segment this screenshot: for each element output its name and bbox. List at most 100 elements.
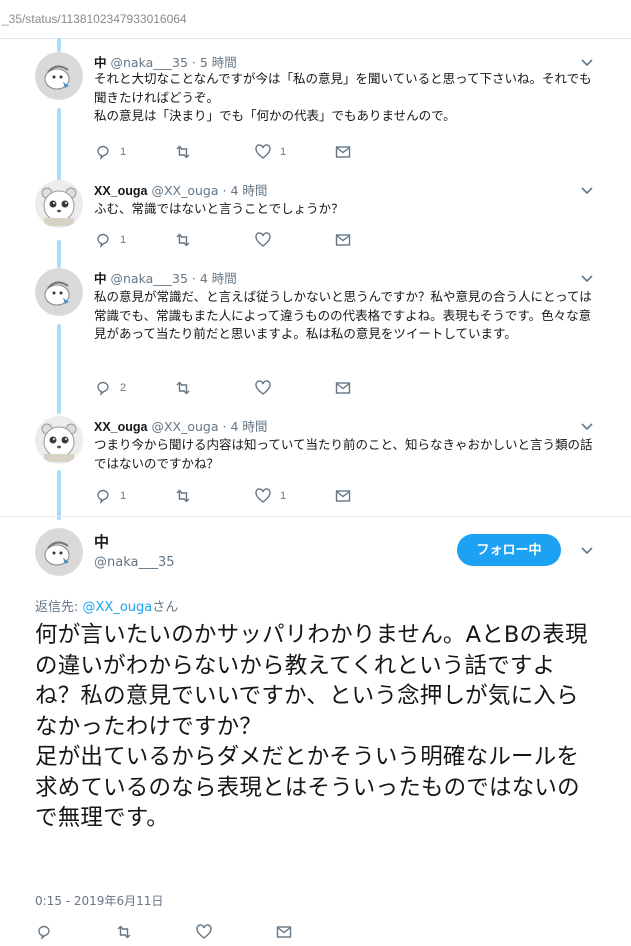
like-button[interactable]: 1	[254, 142, 286, 162]
tweet-actions: 1 1	[94, 486, 394, 506]
main-tweet-text: 何が言いたいのかサッパリわかりません。AとBの表現の違いがわからないから教えてく…	[35, 622, 588, 831]
direct-message-button[interactable]	[334, 142, 352, 162]
main-tweet-actions	[35, 922, 335, 942]
ouga-avatar[interactable]	[35, 416, 83, 464]
separator-dot: ·	[191, 55, 196, 70]
thread-line	[57, 324, 61, 414]
chevron-down-icon[interactable]	[579, 54, 595, 70]
reply-icon	[97, 145, 109, 160]
like-count: 1	[280, 146, 287, 158]
envelope-icon	[276, 926, 292, 938]
reply-to-suffix: さん	[152, 600, 179, 615]
author-handle[interactable]: @XX_ouga	[151, 419, 218, 434]
thread-line	[57, 108, 61, 182]
reply-to-user-link[interactable]: @XX_ouga	[83, 600, 153, 615]
retweet-button[interactable]	[115, 922, 133, 942]
reply-button[interactable]: 1	[94, 486, 126, 506]
tweet-text: それと大切なことなんですが今は「私の意見」を聞いていると思って下さいね。それでも…	[94, 71, 592, 123]
reply-icon	[97, 233, 109, 248]
heart-icon	[255, 488, 271, 503]
author-handle[interactable]: @XX_ouga	[151, 183, 218, 198]
envelope-icon	[335, 234, 351, 246]
naka-avatar[interactable]	[35, 528, 83, 576]
author-handle[interactable]: @naka___35	[111, 55, 188, 70]
direct-message-button[interactable]	[334, 378, 352, 398]
heart-icon	[255, 144, 271, 159]
chevron-down-icon[interactable]	[579, 542, 595, 558]
separator-dot: ·	[191, 271, 196, 286]
direct-message-button[interactable]	[334, 486, 352, 506]
main-tweet-timestamp[interactable]: 0:15 - 2019年6月11日	[35, 892, 163, 909]
like-button[interactable]: 1	[254, 486, 286, 506]
naka-avatar[interactable]	[35, 52, 83, 100]
chevron-down-icon[interactable]	[579, 270, 595, 286]
heart-icon	[255, 380, 271, 395]
author-name[interactable]: 中	[94, 56, 107, 70]
chevron-down-icon[interactable]	[579, 418, 595, 434]
browser-address-bar[interactable]: _35/status/1138102347933016064	[0, 0, 631, 39]
reply-to-line: 返信先: @XX_ougaさん	[35, 596, 178, 615]
reply-button[interactable]: 1	[94, 230, 126, 250]
thread-line	[57, 470, 61, 520]
reply-to-prefix: 返信先:	[35, 600, 83, 615]
reply-button[interactable]	[35, 922, 53, 942]
main-tweet-author-name[interactable]: 中	[94, 531, 109, 552]
reply-count: 2	[120, 382, 127, 394]
author-name[interactable]: XX_ouga	[94, 420, 148, 434]
tweet-text: つまり今から聞ける内容は知っていて当たり前のこと、知らなきゃおかしいと言う類の話…	[94, 437, 593, 471]
heart-icon	[255, 232, 271, 247]
envelope-icon	[335, 490, 351, 502]
thread-line	[57, 38, 61, 52]
tweet-time[interactable]: 4 時間	[200, 271, 237, 286]
main-tweet-author-handle[interactable]: @naka___35	[94, 555, 175, 570]
tweet-actions: 1	[94, 230, 394, 250]
tweet-actions: 2	[94, 378, 394, 398]
reply-count: 1	[120, 490, 127, 502]
like-count: 1	[280, 490, 287, 502]
like-button[interactable]	[195, 922, 213, 942]
direct-message-button[interactable]	[275, 922, 293, 942]
tweet-header: XX_ouga @XX_ouga · 4 時間	[94, 416, 267, 435]
retweet-icon	[117, 925, 131, 939]
divider	[0, 516, 631, 517]
author-name[interactable]: 中	[94, 272, 107, 286]
retweet-button[interactable]	[174, 378, 200, 398]
naka-avatar[interactable]	[35, 268, 83, 316]
envelope-icon	[335, 382, 351, 394]
author-handle[interactable]: @naka___35	[111, 271, 188, 286]
like-button[interactable]	[254, 230, 280, 250]
tweet-text: 私の意見が常識だ、と言えば従うしかないと思うんですか？私や意見の合う人にとっては…	[94, 289, 592, 341]
reply-icon	[97, 489, 109, 504]
retweet-button[interactable]	[174, 486, 200, 506]
direct-message-button[interactable]	[334, 230, 352, 250]
tweet-header: 中 @naka___35 · 4 時間	[94, 268, 237, 287]
tweet-time[interactable]: 4 時間	[230, 419, 267, 434]
reply-count: 1	[120, 234, 127, 246]
author-name[interactable]: XX_ouga	[94, 184, 148, 198]
chevron-down-icon[interactable]	[579, 182, 595, 198]
retweet-button[interactable]	[174, 230, 200, 250]
reply-button[interactable]: 2	[94, 378, 126, 398]
tweet-actions: 1 1	[94, 142, 394, 162]
envelope-icon	[335, 146, 351, 158]
separator-dot: ·	[222, 419, 227, 434]
retweet-icon	[176, 381, 190, 395]
reply-icon	[97, 381, 109, 396]
retweet-icon	[176, 233, 190, 247]
tweet-header: XX_ouga @XX_ouga · 4 時間	[94, 180, 267, 199]
heart-icon	[196, 924, 212, 939]
url-text: _35/status/1138102347933016064	[2, 12, 187, 26]
reply-button[interactable]: 1	[94, 142, 126, 162]
retweet-icon	[176, 145, 190, 159]
like-button[interactable]	[254, 378, 280, 398]
separator-dot: ·	[222, 183, 227, 198]
thread-line	[57, 240, 61, 268]
ouga-avatar[interactable]	[35, 180, 83, 228]
tweet-text: ふむ、常識ではないと言うことでしょうか？	[94, 201, 344, 216]
reply-count: 1	[120, 146, 127, 158]
following-button[interactable]: フォロー中	[457, 534, 561, 566]
tweet-time[interactable]: 4 時間	[230, 183, 267, 198]
retweet-button[interactable]	[174, 142, 200, 162]
retweet-icon	[176, 489, 190, 503]
tweet-time[interactable]: 5 時間	[200, 55, 237, 70]
